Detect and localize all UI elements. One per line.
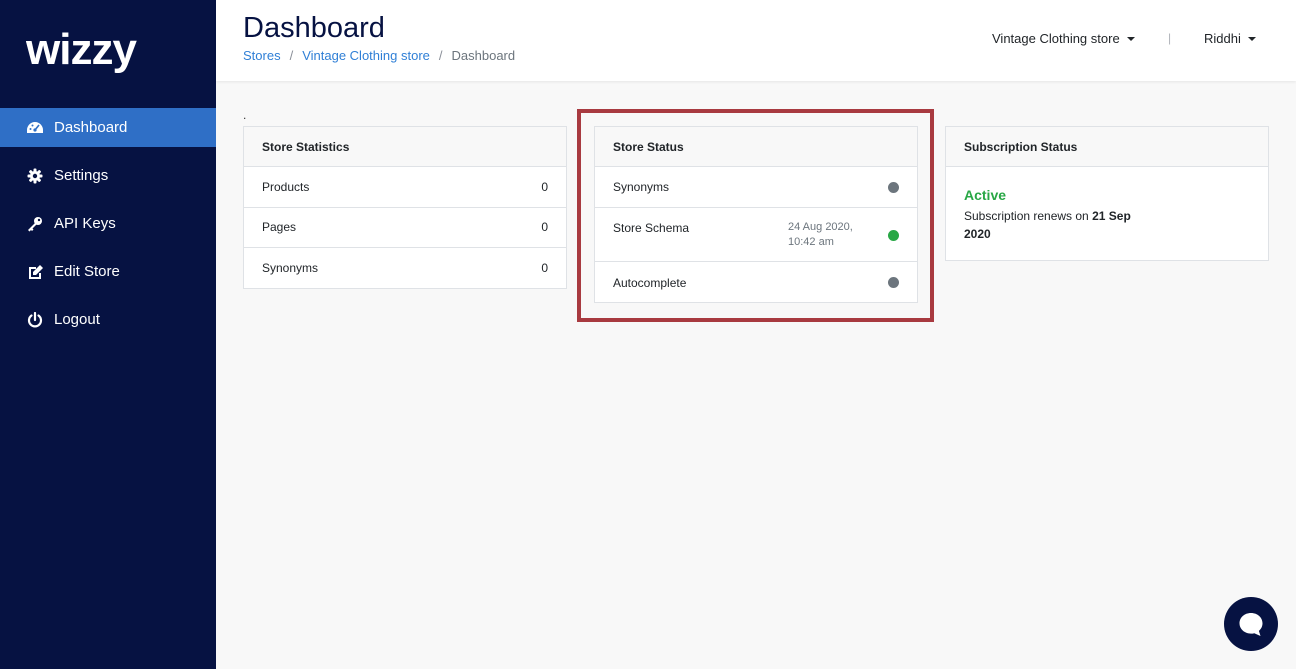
stat-value: 0 — [541, 220, 548, 235]
sidebar-item-label: Edit Store — [54, 263, 120, 280]
sidebar-item-edit-store[interactable]: Edit Store — [0, 252, 216, 291]
sidebar-item-dashboard[interactable]: Dashboard — [0, 108, 216, 147]
wizzy-logo[interactable]: wizzy — [26, 30, 158, 78]
header-divider: | — [1168, 31, 1172, 45]
breadcrumb-current: Dashboard — [451, 48, 516, 63]
sidebar-item-label: Dashboard — [54, 119, 128, 136]
status-indicator-dot — [888, 230, 899, 241]
stat-label: Products — [262, 179, 310, 194]
edit-icon — [26, 263, 44, 281]
store-selector-dropdown[interactable]: Vintage Clothing store — [992, 31, 1135, 46]
status-indicator-dot — [888, 181, 899, 193]
stray-dot-text: . — [243, 108, 247, 122]
status-date: 24 Aug 2020, — [788, 221, 853, 233]
stat-value: 0 — [541, 179, 548, 194]
subscription-status-card: Subscription Status Active Subscription … — [945, 126, 1269, 261]
status-timestamp: 24 Aug 2020, 10:42 am — [788, 220, 888, 250]
breadcrumb-stores-link[interactable]: Stores — [243, 48, 281, 63]
status-row: Store Schema 24 Aug 2020, 10:42 am — [595, 208, 917, 262]
logo-wordmark: wizzy — [26, 30, 137, 74]
sidebar-item-settings[interactable]: Settings — [0, 156, 216, 195]
stat-label: Pages — [262, 220, 297, 235]
breadcrumb-separator: / — [289, 48, 294, 63]
top-header: Dashboard Stores / Vintage Clothing stor… — [216, 0, 1296, 81]
sidebar-item-label: Settings — [54, 167, 109, 184]
power-icon — [26, 311, 44, 329]
key-icon — [26, 215, 44, 233]
store-statistics-card: Store Statistics Products 0 Pages 0 Syno… — [243, 126, 567, 289]
breadcrumb-store-link[interactable]: Vintage Clothing store — [302, 48, 430, 63]
sidebar-item-api-keys[interactable]: API Keys — [0, 204, 216, 243]
status-time: 10:42 am — [788, 236, 834, 248]
card-title: Subscription Status — [946, 127, 1268, 167]
caret-down-icon — [1126, 36, 1135, 41]
chat-widget-button[interactable] — [1224, 597, 1278, 651]
renewal-prefix: Subscription renews on — [964, 209, 1093, 223]
stat-value: 0 — [541, 261, 548, 276]
status-row: Autocomplete — [595, 262, 917, 303]
subscription-state: Active — [964, 187, 1007, 203]
stat-row: Products 0 — [244, 167, 566, 208]
sidebar-item-logout[interactable]: Logout — [0, 300, 216, 339]
card-title: Store Statistics — [244, 127, 566, 167]
status-row: Synonyms — [595, 167, 917, 208]
sidebar-item-label: API Keys — [54, 215, 116, 232]
status-indicator-dot — [888, 277, 899, 288]
gear-icon — [26, 167, 44, 185]
card-title: Store Status — [595, 127, 917, 167]
stat-row: Synonyms 0 — [244, 248, 566, 289]
stat-label: Synonyms — [262, 261, 319, 276]
dashboard-gauge-icon — [26, 119, 44, 137]
caret-down-icon — [1247, 36, 1256, 41]
status-label: Autocomplete — [613, 275, 687, 290]
breadcrumb-separator: / — [438, 48, 443, 63]
store-selector-label: Vintage Clothing store — [992, 31, 1120, 46]
sidebar-item-label: Logout — [54, 311, 100, 328]
page-title: Dashboard — [243, 12, 385, 44]
status-label: Store Schema — [613, 221, 690, 235]
sidebar-nav: Dashboard Settings API Keys Edit Store L… — [0, 108, 216, 348]
chat-bubble-icon — [1239, 613, 1263, 636]
sidebar: wizzy Dashboard Settings API Keys Edit S… — [0, 0, 216, 669]
status-label: Synonyms — [613, 180, 670, 194]
subscription-body: Active Subscription renews on 21 Sep 202… — [946, 167, 1268, 263]
user-menu-dropdown[interactable]: Riddhi — [1204, 31, 1256, 46]
store-status-card: Store Status Synonyms Store Schema 24 Au… — [594, 126, 918, 303]
subscription-renewal-text: Subscription renews on 21 Sep 2020 — [964, 207, 1154, 243]
user-name: Riddhi — [1204, 31, 1241, 46]
stat-row: Pages 0 — [244, 208, 566, 248]
breadcrumb: Stores / Vintage Clothing store / Dashbo… — [243, 48, 515, 63]
